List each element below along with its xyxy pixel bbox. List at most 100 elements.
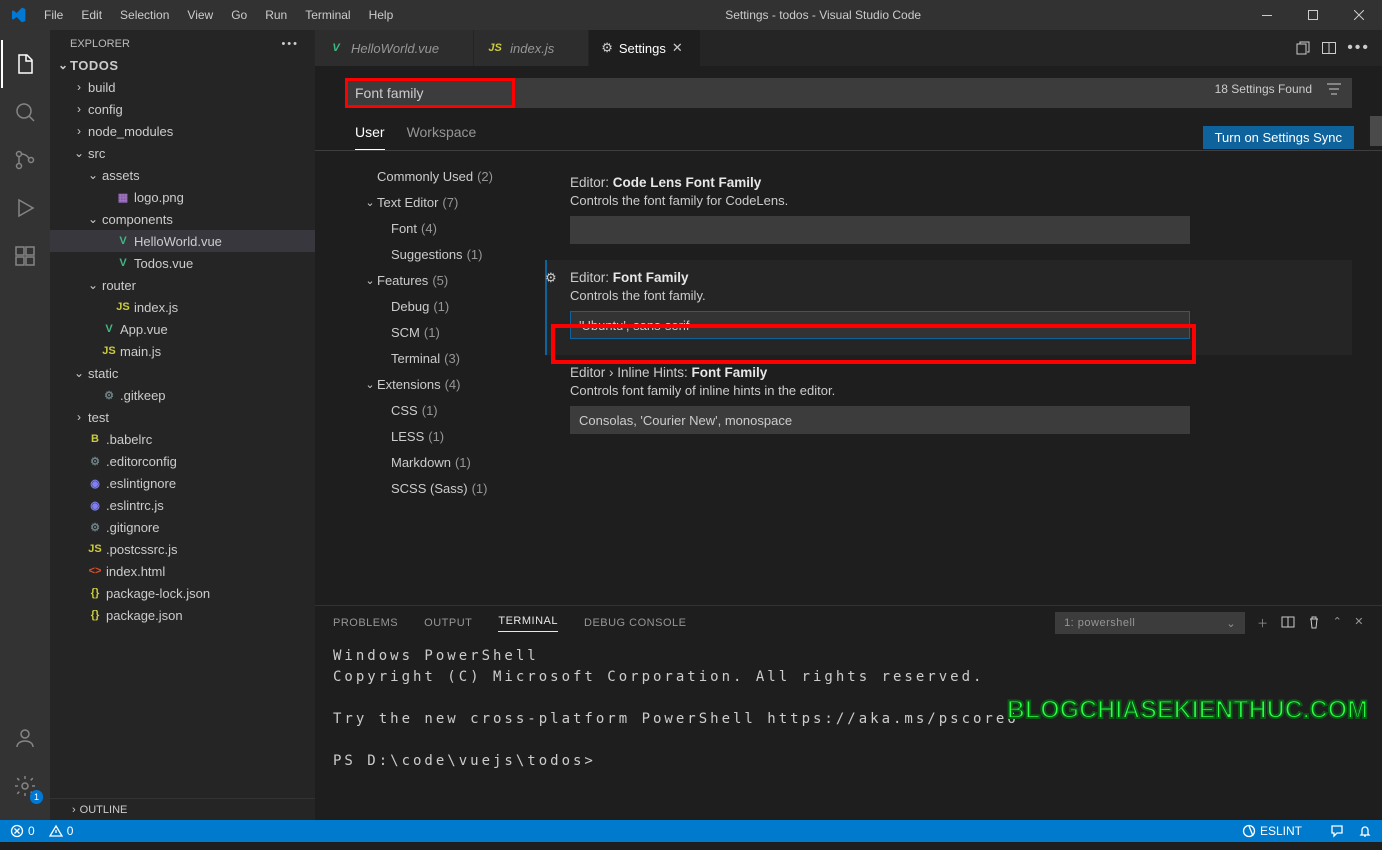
settings-search-input[interactable] <box>345 78 1352 108</box>
tree-item[interactable]: ◉.eslintrc.js <box>50 494 315 516</box>
tree-item[interactable]: ⌄router <box>50 274 315 296</box>
menu-terminal[interactable]: Terminal <box>296 0 359 30</box>
source-control-icon[interactable] <box>1 136 49 184</box>
menu-go[interactable]: Go <box>222 0 256 30</box>
settings-toc-item[interactable]: SCM(1) <box>315 319 535 345</box>
tab[interactable]: VHelloWorld.vue✕ <box>315 30 474 66</box>
status-eslint[interactable]: ESLINT <box>1242 824 1302 838</box>
settings-scope-workspace[interactable]: Workspace <box>407 124 477 150</box>
filter-icon[interactable] <box>1326 82 1342 96</box>
setting-description: Controls the font family. <box>570 288 1337 303</box>
tree-item[interactable]: VApp.vue <box>50 318 315 340</box>
settings-scope-user[interactable]: User <box>355 124 385 150</box>
tree-item[interactable]: {}package-lock.json <box>50 582 315 604</box>
sidebar: EXPLORER ••• ⌄TODOS ›build›config›node_m… <box>50 30 315 820</box>
settings-toc-item[interactable]: Font(4) <box>315 215 535 241</box>
settings-toc-item[interactable]: Suggestions(1) <box>315 241 535 267</box>
settings-toc-item[interactable]: SCSS (Sass)(1) <box>315 475 535 501</box>
new-terminal-icon[interactable]: ＋ <box>1257 615 1269 631</box>
settings-toc-item[interactable]: Commonly Used(2) <box>315 163 535 189</box>
tree-item[interactable]: ⌄src <box>50 142 315 164</box>
settings-toc-item[interactable]: Terminal(3) <box>315 345 535 371</box>
tree-item[interactable]: B.babelrc <box>50 428 315 450</box>
menu-run[interactable]: Run <box>256 0 296 30</box>
settings-toc-item[interactable]: ⌄Text Editor(7) <box>315 189 535 215</box>
tree-item[interactable]: ⌄static <box>50 362 315 384</box>
maximize-button[interactable] <box>1290 0 1336 30</box>
settings-toc: Commonly Used(2)⌄Text Editor(7)Font(4)Su… <box>315 151 535 605</box>
tree-item[interactable]: JSmain.js <box>50 340 315 362</box>
settings-toc-item[interactable]: CSS(1) <box>315 397 535 423</box>
tree-item[interactable]: ›node_modules <box>50 120 315 142</box>
settings-toc-item[interactable]: ⌄Features(5) <box>315 267 535 293</box>
kill-terminal-icon[interactable] <box>1307 615 1321 631</box>
extensions-icon[interactable] <box>1 232 49 280</box>
tree-item[interactable]: ›test <box>50 406 315 428</box>
tree-item[interactable]: <>index.html <box>50 560 315 582</box>
settings-toc-item[interactable]: Markdown(1) <box>315 449 535 475</box>
more-actions-icon[interactable]: ••• <box>1347 39 1370 57</box>
settings-editor: 18 Settings Found UserWorkspace Turn on … <box>315 66 1382 605</box>
tree-item[interactable]: ⚙.gitkeep <box>50 384 315 406</box>
vscode-logo-icon <box>0 7 35 23</box>
tree-item[interactable]: JS.postcssrc.js <box>50 538 315 560</box>
tree-item[interactable]: ⌄components <box>50 208 315 230</box>
tree-item[interactable]: ◉.eslintignore <box>50 472 315 494</box>
setting-input[interactable] <box>570 406 1190 434</box>
search-icon[interactable] <box>1 88 49 136</box>
status-errors[interactable]: 0 <box>10 824 35 838</box>
setting-item: ⚙Editor: Font FamilyControls the font fa… <box>545 260 1352 355</box>
terminal-output[interactable]: Windows PowerShell Copyright (C) Microso… <box>315 640 1382 820</box>
run-debug-icon[interactable] <box>1 184 49 232</box>
settings-toc-item[interactable]: LESS(1) <box>315 423 535 449</box>
turn-on-sync-button[interactable]: Turn on Settings Sync <box>1203 126 1354 149</box>
maximize-panel-icon[interactable]: ⌃ <box>1333 615 1343 631</box>
tree-item[interactable]: VHelloWorld.vue <box>50 230 315 252</box>
tree-root[interactable]: ⌄TODOS <box>50 54 315 76</box>
settings-toc-item[interactable]: Debug(1) <box>315 293 535 319</box>
tree-item[interactable]: VTodos.vue <box>50 252 315 274</box>
split-editor-icon[interactable] <box>1321 40 1337 56</box>
status-warnings[interactable]: 0 <box>49 824 74 838</box>
setting-input[interactable] <box>570 216 1190 244</box>
notifications-icon[interactable] <box>1358 824 1372 838</box>
titlebar: FileEditSelectionViewGoRunTerminalHelp S… <box>0 0 1382 30</box>
close-button[interactable] <box>1336 0 1382 30</box>
tree-item[interactable]: ⚙.editorconfig <box>50 450 315 472</box>
menu-selection[interactable]: Selection <box>111 0 178 30</box>
tree-item[interactable]: ⌄assets <box>50 164 315 186</box>
setting-input[interactable] <box>570 311 1190 339</box>
minimize-button[interactable] <box>1244 0 1290 30</box>
menu-help[interactable]: Help <box>360 0 403 30</box>
feedback-icon[interactable] <box>1330 824 1344 838</box>
open-changes-icon[interactable] <box>1295 40 1311 56</box>
terminal-selector[interactable]: 1: powershell⌄ <box>1055 612 1245 634</box>
tree-item[interactable]: ›build <box>50 76 315 98</box>
tree-item[interactable]: JSindex.js <box>50 296 315 318</box>
explorer-icon[interactable] <box>1 40 49 88</box>
tree-item[interactable]: {}package.json <box>50 604 315 626</box>
tree-item[interactable]: ⚙.gitignore <box>50 516 315 538</box>
tab[interactable]: ⚙Settings✕ <box>589 30 701 66</box>
menu-file[interactable]: File <box>35 0 72 30</box>
split-terminal-icon[interactable] <box>1281 615 1295 631</box>
watermark: BLOGCHIASEKIENTHUC.COM <box>1007 696 1368 725</box>
menu-view[interactable]: View <box>178 0 222 30</box>
settings-toc-item[interactable]: ⌄Extensions(4) <box>315 371 535 397</box>
panel-tab-debug-console[interactable]: DEBUG CONSOLE <box>584 617 686 629</box>
tree-item[interactable]: ›config <box>50 98 315 120</box>
panel-tab-terminal[interactable]: TERMINAL <box>498 615 558 632</box>
panel-tab-problems[interactable]: PROBLEMS <box>333 617 398 629</box>
panel-tab-output[interactable]: OUTPUT <box>424 617 472 629</box>
accounts-icon[interactable] <box>1 714 49 762</box>
window-title: Settings - todos - Visual Studio Code <box>402 8 1244 22</box>
tab[interactable]: JSindex.js✕ <box>474 30 589 66</box>
outline-header[interactable]: ›OUTLINE <box>50 798 315 820</box>
settings-gear-icon[interactable]: 1 <box>1 762 49 810</box>
sidebar-more-icon[interactable]: ••• <box>281 38 299 50</box>
status-bar: 0 0 ESLINT <box>0 820 1382 842</box>
close-panel-icon[interactable]: ✕ <box>1354 615 1364 631</box>
tree-item[interactable]: ▦logo.png <box>50 186 315 208</box>
menu-edit[interactable]: Edit <box>72 0 111 30</box>
gear-icon[interactable]: ⚙ <box>545 270 557 286</box>
